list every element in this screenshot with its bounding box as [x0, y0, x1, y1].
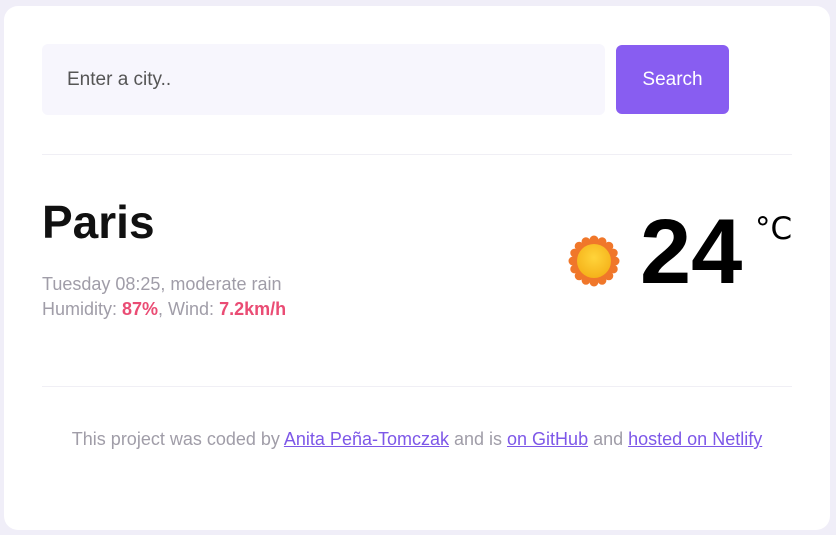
- city-search-input[interactable]: [42, 44, 605, 115]
- divider: [42, 154, 792, 155]
- humidity-value: 87%: [122, 299, 159, 319]
- sun-icon: [568, 235, 620, 287]
- temperature-value: 24: [640, 201, 743, 303]
- weather-metrics: Humidity: 87%, Wind: 7.2km/h: [42, 297, 286, 322]
- footer-text: and is: [448, 429, 508, 449]
- temperature-unit: °C: [755, 211, 793, 247]
- weather-details: Tuesday 08:25, moderate rain Humidity: 8…: [42, 272, 286, 322]
- weather-card: Search Paris Tuesday 08:25, moderate rai…: [4, 6, 830, 530]
- wind-value: 7.2km/h: [219, 299, 287, 319]
- footer-text: and: [588, 429, 629, 449]
- humidity-label: Humidity:: [42, 299, 123, 319]
- weather-description: Tuesday 08:25, moderate rain: [42, 274, 282, 294]
- footer-text: This project was coded by: [71, 429, 284, 449]
- author-link[interactable]: Anita Peña-Tomczak: [284, 429, 449, 449]
- github-link[interactable]: on GitHub: [507, 429, 588, 449]
- wind-label: , Wind:: [158, 299, 220, 319]
- search-button[interactable]: Search: [616, 45, 729, 114]
- footer: This project was coded by Anita Peña-Tom…: [42, 427, 792, 451]
- search-form: Search: [42, 44, 730, 115]
- city-name: Paris: [42, 196, 155, 248]
- netlify-link[interactable]: hosted on Netlify: [628, 429, 762, 449]
- divider: [42, 386, 792, 387]
